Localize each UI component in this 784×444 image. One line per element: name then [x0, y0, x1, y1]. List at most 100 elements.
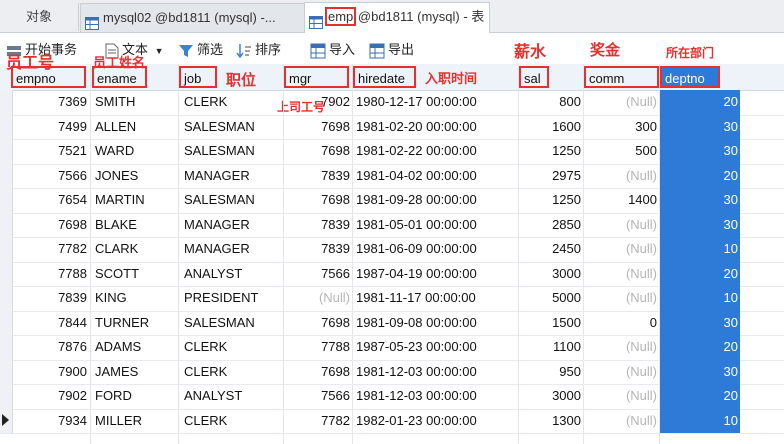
cell-mgr[interactable]: 7902	[286, 90, 350, 115]
table-row[interactable]: 7839 KING PRESIDENT (Null) 1981-11-17 00:00:…	[0, 286, 784, 312]
cell-ename[interactable]: KING	[95, 286, 177, 311]
tab-mysql02[interactable]: mysql02 @bd1811 (mysql) -...	[80, 3, 308, 32]
cell-comm[interactable]: (Null)	[585, 262, 657, 287]
cell-hiredate[interactable]: 1981-05-01 00:00:00	[356, 213, 516, 238]
cell-comm[interactable]: (Null)	[585, 335, 657, 360]
cell-ename[interactable]: WARD	[95, 139, 177, 164]
cell-job[interactable]: SALESMAN	[184, 188, 282, 213]
cell-empno[interactable]: 7654	[14, 188, 87, 213]
cell-ename[interactable]: ADAMS	[95, 335, 177, 360]
cell-deptno[interactable]: 30	[660, 310, 740, 335]
filter-button[interactable]: 筛选	[178, 40, 223, 60]
cell-mgr[interactable]: 7566	[286, 384, 350, 409]
column-header-mgr[interactable]: mgr	[284, 66, 349, 88]
column-header-sal[interactable]: sal	[519, 66, 549, 88]
cell-mgr[interactable]: 7782	[286, 409, 350, 434]
cell-deptno[interactable]: 10	[660, 286, 740, 311]
row-selector[interactable]	[0, 408, 13, 433]
table-row[interactable]: 7876 ADAMS CLERK 7788 1987-05-23 00:00:00 110…	[0, 335, 784, 361]
cell-empno[interactable]: 7844	[14, 311, 87, 336]
tab-emp[interactable]: emp @bd1811 (mysql) - 表	[304, 2, 490, 33]
cell-empno[interactable]: 7566	[14, 164, 87, 189]
cell-ename[interactable]: JONES	[95, 164, 177, 189]
cell-sal[interactable]: 800	[520, 90, 581, 115]
cell-mgr[interactable]: 7698	[286, 360, 350, 385]
cell-deptno[interactable]: 20	[660, 384, 740, 409]
cell-mgr[interactable]: 7698	[286, 188, 350, 213]
cell-deptno[interactable]: 10	[660, 237, 740, 262]
table-row[interactable]: 7782 CLARK MANAGER 7839 1981-06-09 00:00:00 2…	[0, 237, 784, 263]
cell-job[interactable]: CLERK	[184, 90, 282, 115]
cell-hiredate[interactable]: 1981-09-28 00:00:00	[356, 188, 516, 213]
row-selector[interactable]	[0, 188, 13, 213]
cell-deptno[interactable]: 20	[660, 261, 740, 286]
cell-sal[interactable]: 2975	[520, 164, 581, 189]
cell-job[interactable]: MANAGER	[184, 213, 282, 238]
cell-hiredate[interactable]: 1981-11-17 00:00:00	[356, 286, 516, 311]
cell-sal[interactable]: 2450	[520, 237, 581, 262]
cell-deptno[interactable]: 20	[660, 335, 740, 360]
cell-sal[interactable]: 2850	[520, 213, 581, 238]
cell-sal[interactable]: 3000	[520, 384, 581, 409]
cell-mgr[interactable]: 7839	[286, 213, 350, 238]
row-selector[interactable]	[0, 163, 13, 188]
cell-deptno[interactable]: 20	[660, 163, 740, 188]
cell-empno[interactable]: 7521	[14, 139, 87, 164]
table-row[interactable]: 7698 BLAKE MANAGER 7839 1981-05-01 00:00:00 2…	[0, 212, 784, 238]
table-row[interactable]: 7566 JONES MANAGER 7839 1981-04-02 00:00:00 2…	[0, 163, 784, 189]
cell-job[interactable]: SALESMAN	[184, 139, 282, 164]
cell-hiredate[interactable]: 1981-06-09 00:00:00	[356, 237, 516, 262]
cell-comm[interactable]: 1400	[585, 188, 657, 213]
cell-mgr[interactable]: 7839	[286, 164, 350, 189]
cell-hiredate[interactable]: 1981-02-22 00:00:00	[356, 139, 516, 164]
cell-ename[interactable]: MILLER	[95, 409, 177, 434]
cell-hiredate[interactable]: 1981-09-08 00:00:00	[356, 311, 516, 336]
cell-comm[interactable]: (Null)	[585, 409, 657, 434]
cell-hiredate[interactable]: 1982-01-23 00:00:00	[356, 409, 516, 434]
export-button[interactable]: 导出	[369, 40, 414, 60]
cell-job[interactable]: PRESIDENT	[184, 286, 282, 311]
column-header-hiredate[interactable]: hiredate	[353, 66, 416, 88]
cell-empno[interactable]: 7934	[14, 409, 87, 434]
cell-deptno[interactable]: 30	[660, 139, 740, 164]
cell-ename[interactable]: SMITH	[95, 90, 177, 115]
row-selector[interactable]	[0, 139, 13, 164]
cell-job[interactable]: SALESMAN	[184, 115, 282, 140]
cell-deptno[interactable]: 30	[660, 188, 740, 213]
cell-job[interactable]: ANALYST	[184, 384, 282, 409]
cell-deptno[interactable]: 30	[660, 114, 740, 139]
row-selector[interactable]	[0, 310, 13, 335]
cell-mgr[interactable]: (Null)	[286, 286, 350, 311]
table-row[interactable]: 7902 FORD ANALYST 7566 1981-12-03 00:00:00 30…	[0, 384, 784, 410]
row-selector[interactable]	[0, 237, 13, 262]
cell-job[interactable]: CLERK	[184, 335, 282, 360]
cell-sal[interactable]: 1600	[520, 115, 581, 140]
column-header-job[interactable]: job	[179, 66, 217, 88]
cell-deptno[interactable]: 30	[660, 359, 740, 384]
cell-empno[interactable]: 7369	[14, 90, 87, 115]
cell-empno[interactable]: 7839	[14, 286, 87, 311]
cell-mgr[interactable]: 7698	[286, 139, 350, 164]
row-selector[interactable]	[0, 212, 13, 237]
table-row[interactable]: 7499 ALLEN SALESMAN 7698 1981-02-20 00:00:00…	[0, 114, 784, 140]
cell-sal[interactable]: 1250	[520, 188, 581, 213]
row-selector[interactable]	[0, 90, 13, 115]
row-selector[interactable]	[0, 359, 13, 384]
cell-comm[interactable]: (Null)	[585, 286, 657, 311]
row-selector[interactable]	[0, 335, 13, 360]
cell-comm[interactable]: 500	[585, 139, 657, 164]
cell-hiredate[interactable]: 1981-04-02 00:00:00	[356, 164, 516, 189]
cell-comm[interactable]: (Null)	[585, 90, 657, 115]
cell-ename[interactable]: FORD	[95, 384, 177, 409]
cell-hiredate[interactable]: 1981-02-20 00:00:00	[356, 115, 516, 140]
cell-comm[interactable]: (Null)	[585, 164, 657, 189]
cell-sal[interactable]: 1500	[520, 311, 581, 336]
cell-sal[interactable]: 1250	[520, 139, 581, 164]
cell-mgr[interactable]: 7698	[286, 115, 350, 140]
cell-job[interactable]: MANAGER	[184, 237, 282, 262]
table-row[interactable]: 7788 SCOTT ANALYST 7566 1987-04-19 00:00:00 3…	[0, 261, 784, 287]
cell-job[interactable]: ANALYST	[184, 262, 282, 287]
cell-hiredate[interactable]: 1987-05-23 00:00:00	[356, 335, 516, 360]
cell-empno[interactable]: 7900	[14, 360, 87, 385]
cell-job[interactable]: SALESMAN	[184, 311, 282, 336]
